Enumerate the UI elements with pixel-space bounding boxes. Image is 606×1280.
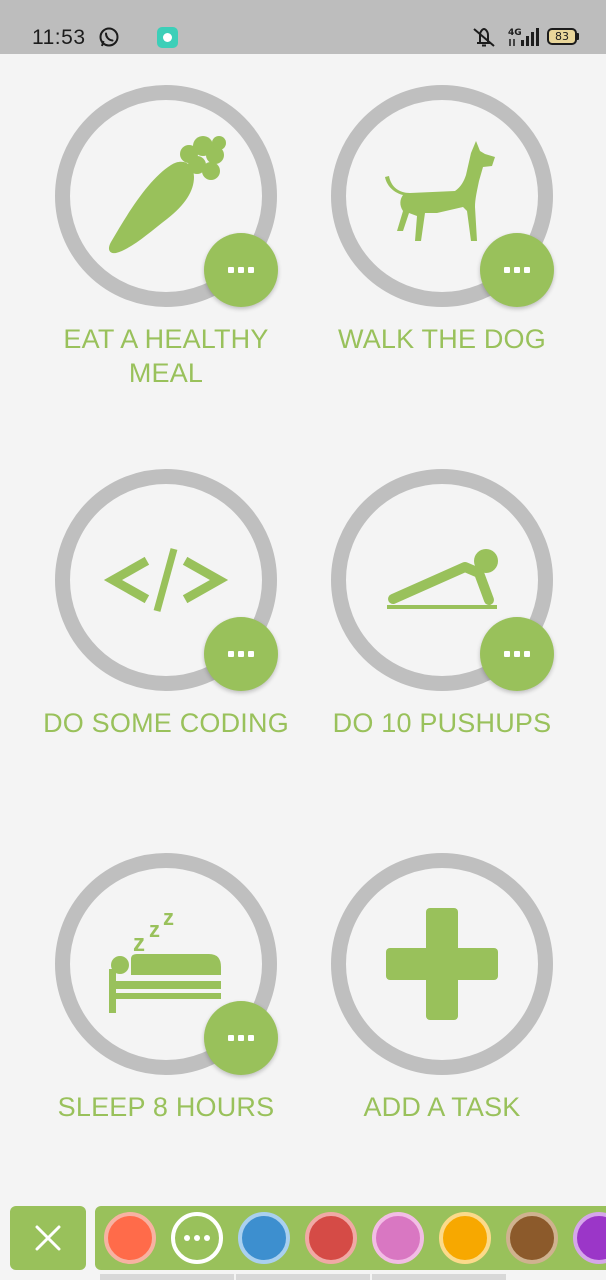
more-icon bbox=[524, 267, 530, 273]
mute-icon bbox=[473, 27, 495, 47]
plus-icon bbox=[386, 908, 498, 1020]
color-swatch-blue[interactable] bbox=[238, 1212, 290, 1264]
color-swatch-brown[interactable] bbox=[506, 1212, 558, 1264]
battery-icon: 83 bbox=[547, 28, 577, 45]
svg-text:z: z bbox=[163, 905, 174, 930]
more-icon bbox=[524, 651, 530, 657]
color-swatch-pink[interactable] bbox=[372, 1212, 424, 1264]
color-swatch-selected[interactable] bbox=[171, 1212, 223, 1264]
page-indicator bbox=[372, 1274, 506, 1280]
more-icon bbox=[504, 267, 510, 273]
more-icon bbox=[504, 651, 510, 657]
more-icon bbox=[228, 1035, 234, 1041]
color-swatch-red[interactable] bbox=[305, 1212, 357, 1264]
more-icon bbox=[514, 651, 520, 657]
status-bar: 11:53 4G 83 bbox=[0, 0, 606, 54]
more-icon bbox=[204, 1235, 210, 1241]
more-icon bbox=[238, 1035, 244, 1041]
more-icon bbox=[238, 267, 244, 273]
more-icon bbox=[248, 1035, 254, 1041]
task-label: DO 10 PUSHUPS bbox=[332, 708, 552, 738]
more-icon bbox=[184, 1235, 190, 1241]
status-time: 11:53 bbox=[32, 26, 86, 49]
task-label: ADD A TASK bbox=[363, 1092, 521, 1122]
color-swatch-orange-red[interactable] bbox=[104, 1212, 156, 1264]
more-icon bbox=[238, 651, 244, 657]
color-swatch-purple[interactable] bbox=[573, 1212, 606, 1264]
more-icon bbox=[228, 651, 234, 657]
battery-tip bbox=[577, 33, 579, 40]
task-label: DO SOME CODING bbox=[43, 708, 289, 738]
more-icon bbox=[194, 1235, 200, 1241]
more-icon bbox=[248, 651, 254, 657]
color-swatch-amber[interactable] bbox=[439, 1212, 491, 1264]
more-icon bbox=[514, 267, 520, 273]
more-icon bbox=[248, 267, 254, 273]
more-options-button[interactable] bbox=[480, 617, 554, 691]
page-indicator bbox=[236, 1274, 370, 1280]
task-label: SLEEP 8 HOURS bbox=[57, 1092, 275, 1122]
svg-text:4G: 4G bbox=[508, 28, 522, 38]
more-options-button[interactable] bbox=[480, 233, 554, 307]
signal-icon: 4G bbox=[508, 28, 539, 46]
more-icon bbox=[228, 267, 234, 273]
task-label: EAT A HEALTHY MEAL bbox=[63, 324, 269, 388]
svg-text:z: z bbox=[149, 917, 160, 942]
app-notification-icon bbox=[157, 27, 178, 48]
more-options-button[interactable] bbox=[204, 233, 278, 307]
whatsapp-icon bbox=[99, 27, 119, 47]
more-options-button[interactable] bbox=[204, 617, 278, 691]
svg-text:z: z bbox=[133, 930, 145, 957]
close-icon bbox=[35, 1225, 61, 1251]
page-indicator bbox=[100, 1274, 234, 1280]
color-palette[interactable] bbox=[95, 1206, 606, 1270]
more-options-button[interactable] bbox=[204, 1001, 278, 1075]
task-label: WALK THE DOG bbox=[338, 324, 546, 354]
close-button[interactable] bbox=[10, 1206, 86, 1270]
